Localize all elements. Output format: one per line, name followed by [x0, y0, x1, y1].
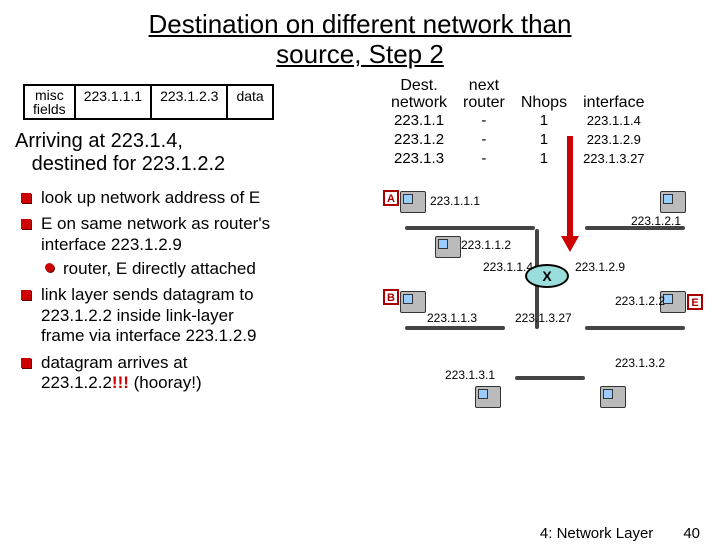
bullet-lookup: look up network address of E — [21, 188, 375, 208]
ip-label: 223.1.2.2 — [615, 294, 665, 308]
col-interface: interface — [575, 78, 652, 112]
router-icon: X — [525, 264, 569, 288]
packet-diagram: miscfields 223.1.1.1 223.1.2.3 data — [23, 84, 274, 120]
ip-label: 223.1.1.3 — [427, 311, 477, 325]
right-column: Dest.network nextrouter Nhops interface … — [375, 78, 705, 457]
tag-a: A — [383, 190, 399, 206]
ip-label: 223.1.2.1 — [631, 214, 681, 228]
tag-b: B — [383, 289, 399, 305]
arrow-icon — [563, 136, 577, 256]
subbullet-directly-attached: router, E directly attached — [41, 259, 375, 279]
bullet-arrives: datagram arrives at 223.1.2.2!!! (hooray… — [21, 353, 375, 394]
host-icon — [600, 386, 626, 408]
tag-e: E — [687, 294, 703, 310]
title-line1: Destination on different network than — [148, 9, 571, 39]
page-footer: 4: Network Layer 40 — [0, 525, 720, 542]
routing-table: Dest.network nextrouter Nhops interface … — [383, 78, 653, 169]
page-title: Destination on different network than so… — [20, 10, 700, 70]
ip-label: 223.1.2.9 — [575, 260, 625, 274]
left-column: miscfields 223.1.1.1 223.1.2.3 data Arri… — [15, 78, 375, 457]
table-row: 223.1.3-1223.1.3.27 — [383, 149, 653, 168]
bullet-list: look up network address of E E on same n… — [15, 188, 375, 394]
host-icon — [660, 191, 686, 213]
page-number: 40 — [683, 525, 700, 542]
bullet-same-network: E on same network as router's interface … — [21, 214, 375, 279]
col-next-router: nextrouter — [455, 78, 513, 112]
ip-label: 223.1.1.2 — [461, 238, 511, 252]
section-label: 4: Network Layer — [540, 525, 653, 542]
packet-src-ip: 223.1.1.1 — [76, 86, 152, 118]
host-icon — [400, 191, 426, 213]
packet-data: data — [228, 86, 271, 118]
ip-label: 223.1.3.1 — [445, 368, 495, 382]
title-line2: source, Step 2 — [276, 39, 444, 69]
col-nhops: Nhops — [513, 78, 575, 112]
bullet-link-layer: link layer sends datagram to 223.1.2.2 i… — [21, 285, 375, 346]
ip-label: 223.1.3.2 — [615, 356, 665, 370]
table-row: 223.1.1-1223.1.1.4 — [383, 111, 653, 130]
host-icon — [400, 291, 426, 313]
host-icon — [475, 386, 501, 408]
ip-label: 223.1.1.1 — [430, 194, 480, 208]
ip-label: 223.1.3.27 — [515, 311, 572, 325]
host-icon — [435, 236, 461, 258]
packet-misc-fields: miscfields — [25, 86, 76, 118]
packet-dst-ip: 223.1.2.3 — [152, 86, 228, 118]
network-diagram: A 223.1.1.1 223.1.1.2 B 223.1.1.3 223.1.… — [375, 176, 705, 456]
table-row: 223.1.2-1223.1.2.9 — [383, 130, 653, 149]
col-dest-network: Dest.network — [383, 78, 455, 112]
arriving-statement: Arriving at 223.1.4, destined for 223.1.… — [15, 130, 371, 176]
